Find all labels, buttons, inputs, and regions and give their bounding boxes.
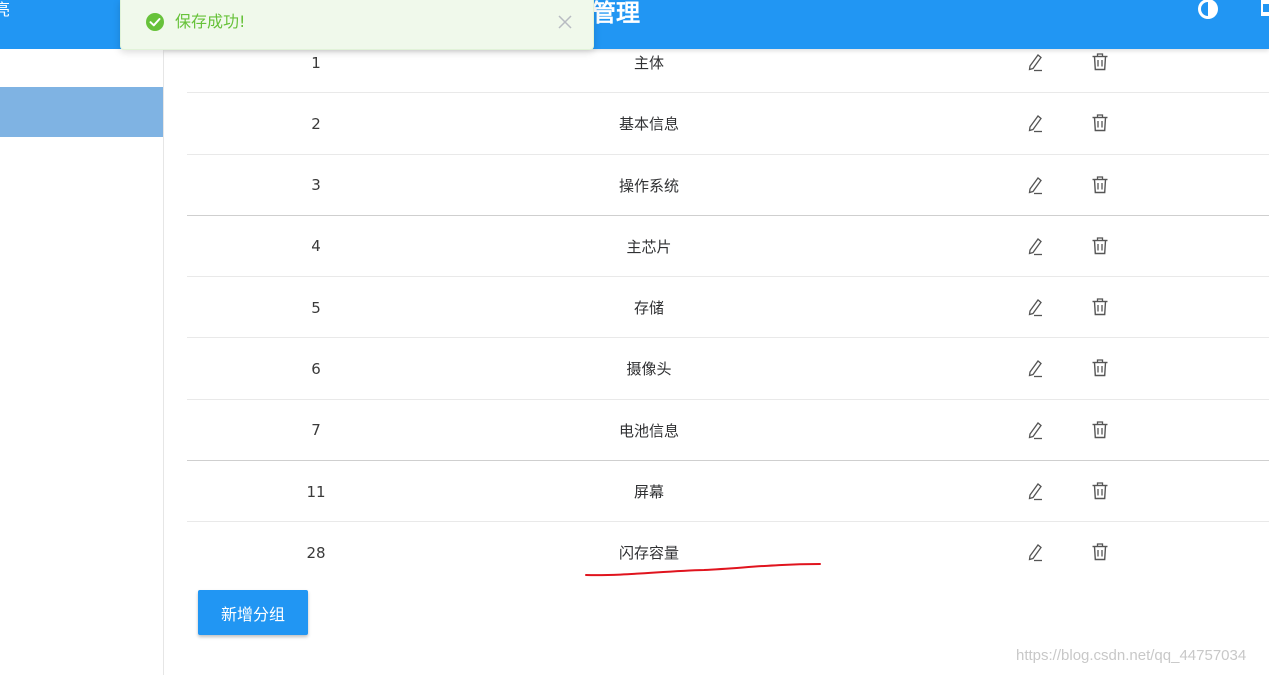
table-row: 2 基本信息: [187, 93, 1269, 155]
row-id: 4: [311, 237, 321, 256]
pencil-icon: [1028, 483, 1042, 501]
red-underline-annotation: [585, 563, 821, 577]
add-group-button[interactable]: 新增分组: [198, 590, 308, 635]
pencil-icon: [1028, 115, 1042, 133]
trash-icon: [1092, 482, 1108, 500]
app-root: 亮 管理 1 主体 2 基本信息 3 操作系统 4 主芯片 5 存储 6 摄像头…: [0, 0, 1269, 675]
table-row: 3 操作系统: [187, 155, 1269, 216]
trash-icon: [1092, 53, 1108, 71]
edit-button[interactable]: [1025, 236, 1045, 256]
pencil-icon: [1028, 421, 1042, 439]
edit-button[interactable]: [1025, 175, 1045, 195]
pencil-icon: [1028, 237, 1042, 256]
edit-button[interactable]: [1025, 481, 1045, 501]
check-circle-icon: [146, 13, 164, 31]
edit-button[interactable]: [1025, 420, 1045, 440]
row-id: 2: [311, 114, 321, 133]
sidebar: [0, 49, 164, 675]
fullscreen-icon[interactable]: [1259, 0, 1269, 20]
edit-button[interactable]: [1025, 358, 1045, 378]
pencil-icon: [1028, 360, 1042, 378]
row-name: 主芯片: [626, 237, 672, 256]
row-name: 操作系统: [618, 176, 679, 195]
row-id: 7: [311, 421, 321, 440]
table-row: 11 屏幕: [187, 461, 1269, 523]
trash-icon: [1092, 421, 1108, 438]
row-name: 摄像头: [626, 360, 672, 379]
contrast-icon: [1198, 0, 1218, 19]
table-row: 7 电池信息: [187, 400, 1269, 462]
edit-button[interactable]: [1025, 542, 1045, 562]
delete-button[interactable]: [1091, 236, 1109, 256]
row-name: 屏幕: [633, 483, 664, 502]
pencil-icon: [1028, 176, 1042, 194]
header-left-text: 亮: [0, 0, 11, 19]
delete-button[interactable]: [1091, 113, 1109, 133]
delete-button[interactable]: [1091, 542, 1109, 562]
trash-icon: [1092, 175, 1108, 193]
edit-button[interactable]: [1025, 297, 1045, 317]
pencil-icon: [1028, 299, 1042, 317]
row-id: 28: [306, 543, 326, 562]
trash-icon: [1092, 298, 1108, 316]
pencil-icon: [1028, 54, 1042, 72]
delete-button[interactable]: [1091, 358, 1109, 378]
row-name: 电池信息: [618, 421, 679, 440]
toast-message: 保存成功!: [175, 12, 246, 31]
row-id: 6: [311, 359, 321, 378]
trash-icon: [1092, 237, 1108, 255]
delete-button[interactable]: [1091, 297, 1109, 317]
theme-toggle-button[interactable]: [1196, 0, 1220, 22]
table-row: 5 存储: [187, 277, 1269, 339]
row-id: 11: [306, 482, 326, 501]
table-row: 4 主芯片: [187, 216, 1269, 278]
close-icon[interactable]: [557, 14, 573, 30]
delete-button[interactable]: [1091, 52, 1109, 72]
row-id: 3: [311, 176, 321, 195]
delete-button[interactable]: [1091, 420, 1109, 440]
success-toast: 保存成功!: [120, 0, 594, 50]
page-title: 管理: [592, 0, 640, 27]
delete-button[interactable]: [1091, 481, 1109, 501]
row-id: 5: [311, 298, 321, 317]
sidebar-item-active[interactable]: [0, 87, 163, 137]
row-name: 基本信息: [618, 115, 679, 134]
edit-button[interactable]: [1025, 52, 1045, 72]
row-name: 存储: [633, 299, 664, 318]
watermark: https://blog.csdn.net/qq_44757034: [1016, 647, 1247, 664]
edit-button[interactable]: [1025, 113, 1045, 133]
trash-icon: [1092, 114, 1108, 132]
trash-icon: [1092, 359, 1108, 377]
trash-icon: [1092, 543, 1108, 561]
table-row: 6 摄像头: [187, 338, 1269, 400]
group-table: 1 主体 2 基本信息 3 操作系统 4 主芯片 5 存储 6 摄像头 7 电池…: [187, 32, 1269, 584]
pencil-icon: [1028, 544, 1042, 562]
delete-button[interactable]: [1091, 175, 1109, 195]
